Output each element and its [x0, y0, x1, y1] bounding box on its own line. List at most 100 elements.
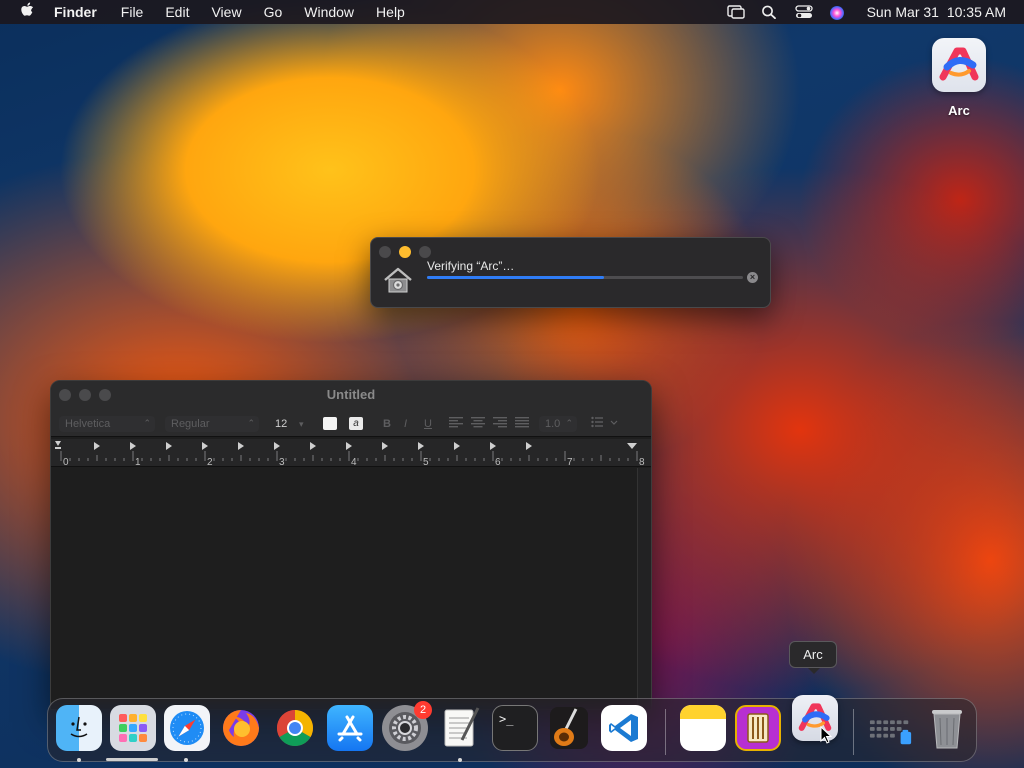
text-color-swatch[interactable]: [323, 417, 337, 430]
ruler-ticks: 0 1 2 3 4 5 6 7 8: [55, 441, 645, 468]
tab-stop-marker[interactable]: [382, 442, 388, 450]
spotlight-search-icon[interactable]: [761, 5, 779, 20]
verify-progress-bar: [427, 276, 743, 279]
ruler-label: 4: [351, 457, 357, 467]
tab-stop-marker[interactable]: [346, 442, 352, 450]
tab-stop-marker[interactable]: [490, 442, 496, 450]
menu-edit[interactable]: Edit: [165, 4, 189, 20]
stop-verify-button[interactable]: ×: [747, 272, 758, 283]
menu-clock[interactable]: Sun Mar 31 10:35 AM: [863, 4, 1006, 20]
menu-window[interactable]: Window: [304, 4, 354, 20]
dock-chrome-icon[interactable]: [272, 705, 318, 751]
dock-app-store-icon[interactable]: [327, 705, 373, 751]
font-size-value: 12: [275, 418, 288, 430]
dock-terminal-icon[interactable]: >_: [492, 705, 538, 751]
ruler-label: 0: [63, 457, 69, 467]
left-indent-marker[interactable]: [55, 441, 61, 449]
running-indicator: [77, 758, 81, 762]
tab-stop-marker[interactable]: [526, 442, 532, 450]
vertical-scrollbar[interactable]: [637, 468, 651, 709]
tab-stop-marker[interactable]: [418, 442, 424, 450]
dock-notes-icon[interactable]: [680, 705, 726, 751]
font-size-field[interactable]: 12 ▾: [271, 416, 309, 432]
font-style-value: Regular: [171, 418, 210, 430]
ruler[interactable]: 0 1 2 3 4 5 6 7 8: [51, 439, 651, 468]
tab-stop-marker[interactable]: [202, 442, 208, 450]
chevron-down-icon: ▾: [299, 419, 304, 429]
tab-stop-marker[interactable]: [454, 442, 460, 450]
verifying-label: Verifying “Arc”…: [427, 259, 515, 273]
dock-applications-folder-icon[interactable]: [868, 705, 914, 751]
font-family-select[interactable]: Helvetica: [59, 415, 155, 432]
running-indicator: [458, 758, 462, 762]
align-right-icon[interactable]: [493, 416, 509, 432]
ruler-label: 7: [567, 457, 573, 467]
ruler-label: 2: [207, 457, 213, 467]
siri-icon[interactable]: [829, 5, 847, 20]
running-indicator: [184, 758, 188, 762]
line-spacing-select[interactable]: 1.0: [539, 415, 577, 432]
right-indent-marker[interactable]: [627, 443, 637, 449]
ruler-label: 5: [423, 457, 429, 467]
menu-bar: Finder File Edit View Go Window Help Sun…: [0, 0, 1024, 24]
font-style-select[interactable]: Regular: [165, 415, 259, 432]
font-family-value: Helvetica: [65, 418, 111, 430]
terminal-prompt-icon: >_: [499, 712, 514, 726]
dock-trash-icon[interactable]: [924, 705, 970, 751]
screen-mirroring-icon[interactable]: [726, 5, 745, 19]
apple-menu-icon[interactable]: [0, 2, 54, 23]
verifying-dialog: Verifying “Arc”… ×: [370, 237, 771, 308]
tab-stop-marker[interactable]: [310, 442, 316, 450]
desktop-icon-label: Arc: [948, 103, 970, 118]
gatekeeper-house-icon: [383, 266, 413, 299]
dock-system-settings-icon[interactable]: 2: [382, 701, 432, 751]
align-left-icon[interactable]: [449, 416, 465, 432]
dialog-close-button[interactable]: [379, 246, 391, 258]
document-text-area[interactable]: [51, 468, 637, 709]
window-title: Untitled: [326, 387, 376, 402]
dock-firefox-icon[interactable]: [218, 705, 264, 751]
dock: 2 >_: [47, 695, 977, 762]
dock-tooltip: Arc: [789, 641, 837, 674]
dock-launchpad-icon[interactable]: [110, 705, 156, 751]
tab-stop-marker[interactable]: [274, 442, 280, 450]
dock-separator: [665, 709, 666, 755]
menu-file[interactable]: File: [121, 4, 144, 20]
menu-help[interactable]: Help: [376, 4, 405, 20]
clock-date: Sun Mar 31: [866, 4, 939, 20]
dock-garageband-icon[interactable]: [546, 705, 592, 751]
dock-safari-icon[interactable]: [164, 705, 210, 751]
textedit-window: Untitled Helvetica Regular 12▾ a B I U 1…: [50, 380, 652, 710]
notification-badge: 2: [414, 701, 432, 719]
dock-hammerspoon-icon[interactable]: [735, 705, 781, 751]
highlight-color-swatch[interactable]: a: [349, 417, 363, 430]
ruler-label: 6: [495, 457, 501, 467]
window-titlebar[interactable]: Untitled Helvetica Regular 12 ▾ a B I U 1…: [51, 381, 651, 437]
tab-stop-marker[interactable]: [166, 442, 172, 450]
verify-progress-fill: [427, 276, 604, 279]
desktop-icon-arc[interactable]: Arc: [930, 38, 988, 118]
align-center-icon[interactable]: [471, 416, 487, 432]
dock-vscode-icon[interactable]: [601, 705, 647, 751]
clock-time: 10:35 AM: [946, 4, 1006, 20]
menu-view[interactable]: View: [211, 4, 241, 20]
tab-stop-marker[interactable]: [94, 442, 100, 450]
underline-button[interactable]: U: [424, 416, 432, 432]
ruler-label: 8: [639, 457, 645, 467]
line-spacing-value: 1.0: [545, 418, 561, 430]
dock-finder-icon[interactable]: [56, 705, 102, 751]
align-justify-icon[interactable]: [515, 416, 531, 432]
menu-app-finder[interactable]: Finder: [54, 4, 97, 20]
italic-button[interactable]: I: [404, 416, 407, 432]
ruler-label: 1: [135, 457, 141, 467]
dialog-zoom-button[interactable]: [419, 246, 431, 258]
tab-stop-marker[interactable]: [130, 442, 136, 450]
dock-textedit-icon[interactable]: [437, 705, 483, 751]
tab-stop-marker[interactable]: [238, 442, 244, 450]
list-bullets-icon[interactable]: [591, 416, 621, 432]
menu-go[interactable]: Go: [264, 4, 283, 20]
dialog-minimize-button[interactable]: [399, 246, 411, 258]
bold-button[interactable]: B: [383, 416, 391, 432]
control-center-icon[interactable]: [794, 5, 813, 19]
arc-app-icon: [932, 38, 986, 92]
